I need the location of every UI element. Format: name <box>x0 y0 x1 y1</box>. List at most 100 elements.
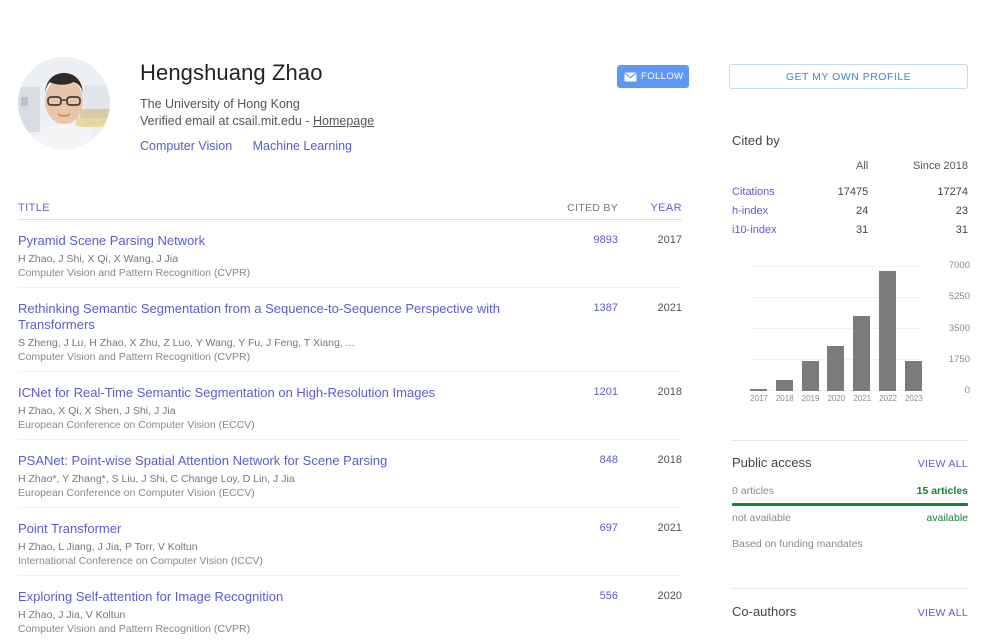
publication-venue: Computer Vision and Pattern Recognition … <box>18 267 251 279</box>
chart-bar-2017[interactable] <box>750 266 767 391</box>
metric-i10index-since: 31 <box>955 224 968 236</box>
metric-label-i10-index[interactable]: i10-index <box>732 221 813 240</box>
divider <box>732 440 968 441</box>
metrics-header-all: All <box>856 160 869 172</box>
public-access-status-left: not available <box>732 512 791 524</box>
column-header-year[interactable]: YEAR <box>618 202 682 214</box>
publication-venue: Computer Vision and Pattern Recognition … <box>18 351 251 363</box>
chart-y-axis-labels: 0 1750 3500 5250 7000 <box>928 258 970 399</box>
table-row: ICNet for Real-Time Semantic Segmentatio… <box>18 372 682 440</box>
chart-y-tick: 0 <box>964 385 970 396</box>
table-row: Pyramid Scene Parsing Network H Zhao, J … <box>18 220 682 288</box>
metrics-row-citations: Citations 17475 17274 <box>732 183 968 202</box>
publication-info: Exploring Self-attention for Image Recog… <box>18 589 538 636</box>
chart-x-tick: 2020 <box>827 394 846 403</box>
publication-year: 2018 <box>657 454 682 466</box>
metric-citations-since: 17274 <box>937 186 968 198</box>
chart-bar-2021[interactable] <box>853 266 871 391</box>
research-interests: Computer Vision Machine Learning <box>140 137 610 155</box>
publication-title-link[interactable]: Point Transformer <box>18 521 538 537</box>
chart-bar-2022[interactable] <box>879 266 897 391</box>
publication-title-link[interactable]: ICNet for Real-Time Semantic Segmentatio… <box>18 385 538 401</box>
interest-link-computer-vision[interactable]: Computer Vision <box>140 139 232 153</box>
follow-button[interactable]: FOLLOW <box>617 65 689 88</box>
get-my-own-profile-button[interactable]: GET MY OWN PROFILE <box>729 64 968 89</box>
publication-year: 2017 <box>657 234 682 246</box>
metric-hindex-since: 23 <box>955 205 968 217</box>
publication-cited-by-link[interactable]: 697 <box>538 521 618 534</box>
profile-header: Hengshuang Zhao The University of Hong K… <box>18 55 618 165</box>
publication-year: 2018 <box>657 386 682 398</box>
publication-cited-by-link[interactable]: 9893 <box>538 233 618 246</box>
public-access-status-right: available <box>926 512 968 524</box>
publication-authors: H Zhao, J Jia, V Koltun <box>18 609 126 621</box>
verified-email-text: Verified email at csail.mit.edu - <box>140 114 313 128</box>
bar <box>879 271 897 391</box>
publication-cited-by-link[interactable]: 1201 <box>538 385 618 398</box>
publication-title-link[interactable]: Exploring Self-attention for Image Recog… <box>18 589 538 605</box>
homepage-link[interactable]: Homepage <box>313 114 374 128</box>
metric-citations-all: 17475 <box>837 186 869 198</box>
chart-y-tick: 3500 <box>948 322 970 334</box>
metrics-header-blank <box>732 160 813 183</box>
public-access-view-all-link[interactable]: VIEW ALL <box>918 458 968 470</box>
verified-email-line: Verified email at csail.mit.edu - Homepa… <box>140 113 610 130</box>
chart-x-tick: 2022 <box>879 394 897 403</box>
coauthors-heading: Co-authors <box>732 604 797 619</box>
publication-info: Rethinking Semantic Segmentation from a … <box>18 301 538 364</box>
publication-title-link[interactable]: Rethinking Semantic Segmentation from a … <box>18 301 538 333</box>
chart-bars <box>750 266 922 391</box>
bar <box>801 361 819 391</box>
table-row: Rethinking Semantic Segmentation from a … <box>18 288 682 372</box>
chart-x-tick: 2019 <box>801 394 820 403</box>
chart-bar-2018[interactable] <box>775 266 793 391</box>
chart-bar-2023[interactable] <box>904 266 922 391</box>
publication-cited-by-link[interactable]: 1387 <box>538 301 618 314</box>
public-access-progress-bar <box>732 503 968 506</box>
metric-hindex-all: 24 <box>856 205 869 217</box>
cited-by-heading: Cited by <box>732 133 780 148</box>
chart-x-tick: 2021 <box>853 394 872 403</box>
public-access-body: 0 articles 15 articles not available ava… <box>732 484 968 550</box>
public-access-note: Based on funding mandates <box>732 538 863 550</box>
coauthors-header: Co-authors VIEW ALL <box>732 604 968 619</box>
publication-authors: S Zheng, J Lu, H Zhao, X Zhu, Z Luo, Y W… <box>18 337 355 349</box>
chart-y-tick: 1750 <box>948 353 970 365</box>
chart-x-tick: 2017 <box>750 394 768 403</box>
profile-info: Hengshuang Zhao The University of Hong K… <box>140 59 610 155</box>
metrics-row-i10index: i10-index 31 31 <box>732 221 968 240</box>
follow-button-label: FOLLOW <box>641 71 684 82</box>
publication-cited-by-link[interactable]: 848 <box>538 453 618 466</box>
publication-authors: H Zhao, X Qi, X Shen, J Shi, J Jia <box>18 405 176 417</box>
chart-bar-2020[interactable] <box>827 266 845 391</box>
left-column: Hengshuang Zhao The University of Hong K… <box>0 0 700 640</box>
metric-label-h-index[interactable]: h-index <box>732 202 813 221</box>
bar <box>904 361 922 391</box>
publication-venue: European Conference on Computer Vision (… <box>18 487 255 499</box>
chart-x-axis-labels: 2017 2018 2019 2020 2021 2022 2023 <box>750 394 923 403</box>
public-access-counts: 0 articles 15 articles <box>732 484 968 499</box>
metric-label-citations[interactable]: Citations <box>732 183 813 202</box>
interest-link-machine-learning[interactable]: Machine Learning <box>253 139 352 153</box>
publication-cited-by-link[interactable]: 556 <box>538 589 618 602</box>
publication-title-link[interactable]: Pyramid Scene Parsing Network <box>18 233 538 249</box>
publication-title-link[interactable]: PSANet: Point-wise Spatial Attention Net… <box>18 453 538 469</box>
avatar[interactable] <box>18 57 110 149</box>
publication-year: 2020 <box>657 590 682 602</box>
metrics-header-row: All Since 2018 <box>732 160 968 183</box>
column-header-cited-by[interactable]: CITED BY <box>538 202 618 214</box>
citations-per-year-chart: 2017 2018 2019 2020 2021 2022 2023 0 1750 3500 52… <box>732 258 972 410</box>
column-header-title[interactable]: TITLE <box>18 202 538 214</box>
publication-info: Point Transformer H Zhao, L Jiang, J Jia… <box>18 521 538 568</box>
table-header-row: TITLE CITED BY YEAR <box>18 193 682 220</box>
publication-info: PSANet: Point-wise Spatial Attention Net… <box>18 453 538 500</box>
affiliation: The University of Hong Kong <box>140 97 300 111</box>
coauthors-view-all-link[interactable]: VIEW ALL <box>918 607 968 619</box>
scholar-profile-page: Hengshuang Zhao The University of Hong K… <box>0 0 1000 640</box>
chart-bar-2019[interactable] <box>801 266 819 391</box>
public-access-available-count: 15 articles <box>916 485 968 497</box>
divider <box>732 588 968 589</box>
publication-authors: H Zhao, L Jiang, J Jia, P Torr, V Koltun <box>18 541 198 553</box>
publication-info: ICNet for Real-Time Semantic Segmentatio… <box>18 385 538 432</box>
chart-y-tick: 7000 <box>948 260 970 271</box>
